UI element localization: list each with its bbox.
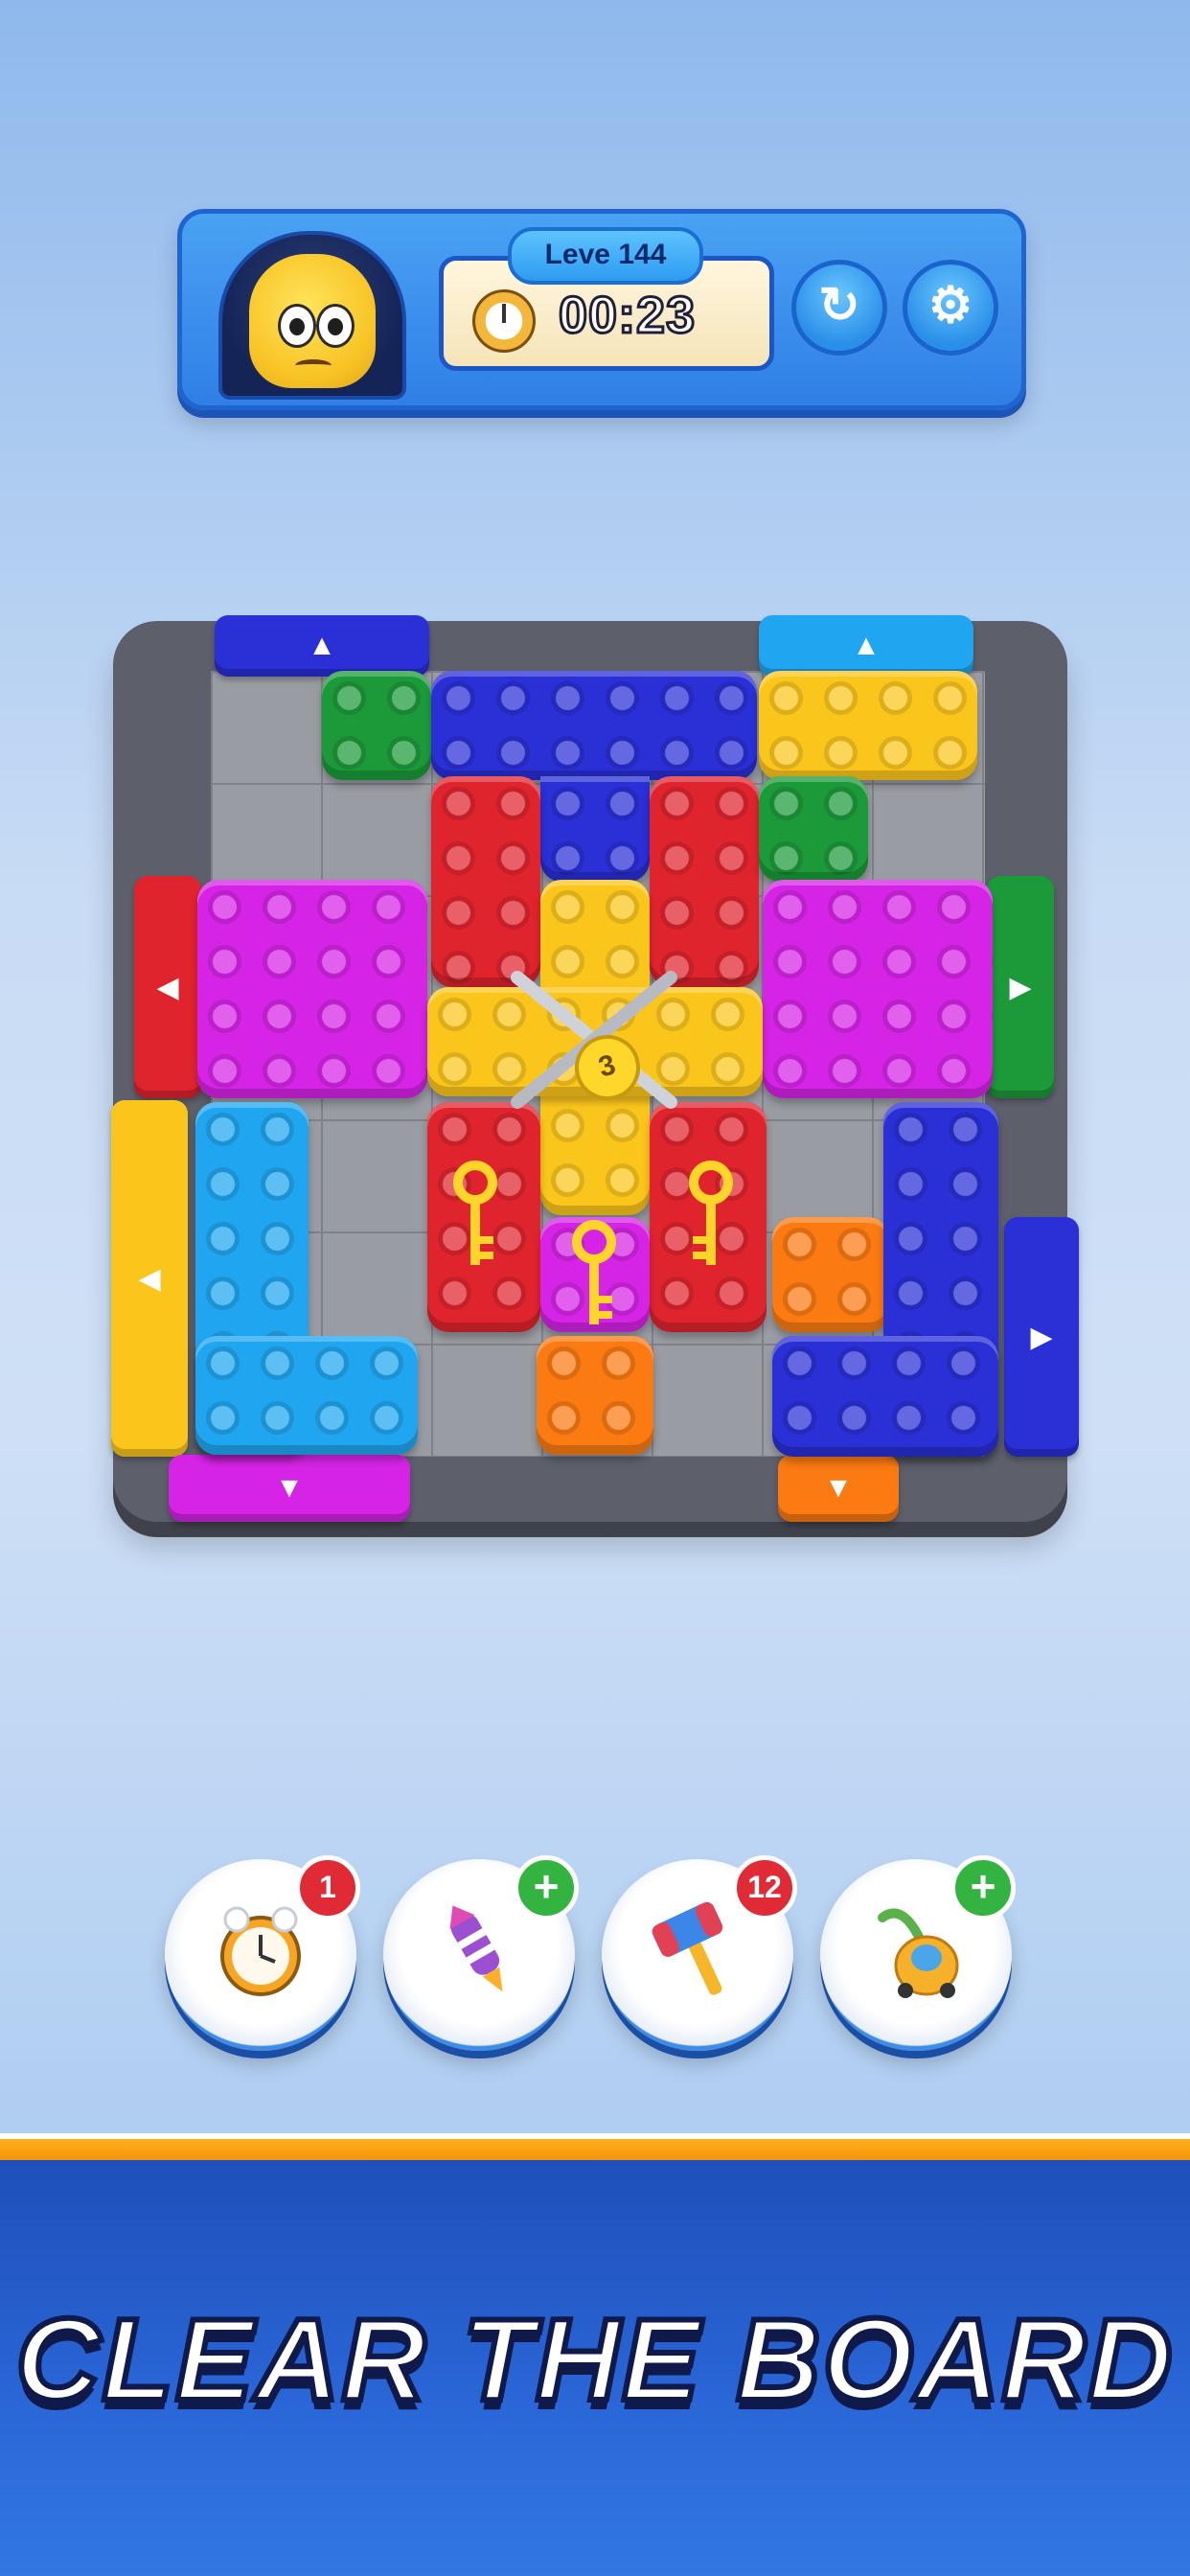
timer-value: 00:23 — [557, 286, 697, 346]
promo-title: CLEAR THE BOARD — [12, 2291, 1175, 2427]
block-orange[interactable] — [772, 1217, 889, 1332]
gate-right-blue: ▶ — [1004, 1217, 1079, 1457]
booster-rocket[interactable]: + — [383, 1855, 579, 2051]
gate-right-green: ▶ — [987, 876, 1054, 1098]
restart-button[interactable]: ↻ — [791, 260, 887, 356]
gate-bottom-magenta: ▼ — [169, 1455, 410, 1522]
level-label: Leve 144 — [508, 227, 703, 285]
block-green[interactable] — [322, 671, 431, 780]
right-arrow-icon: ▶ — [1030, 1321, 1053, 1353]
gate-bottom-orange: ▼ — [778, 1455, 899, 1522]
booster-alarm-clock[interactable]: 1 — [165, 1855, 360, 2051]
block-blue-t[interactable] — [540, 776, 650, 882]
clock-icon — [472, 289, 536, 353]
refresh-icon: ↻ — [818, 278, 860, 334]
booster-count-badge: 12 — [732, 1855, 797, 1920]
alarm-clock-icon — [203, 1894, 318, 2009]
up-arrow-icon: ▲ — [852, 630, 881, 661]
down-arrow-icon: ▼ — [275, 1472, 304, 1504]
character-avatar — [218, 231, 406, 400]
vacuum-icon — [858, 1894, 973, 2009]
gate-top-blue: ▲ — [215, 615, 429, 677]
left-arrow-icon: ◀ — [156, 971, 179, 1003]
key-icon — [689, 1161, 733, 1265]
gate-top-cyan: ▲ — [759, 615, 973, 677]
block-orange[interactable] — [537, 1336, 653, 1455]
add-booster-badge[interactable]: + — [950, 1855, 1016, 1920]
block-red[interactable] — [650, 776, 759, 987]
gate-left-red: ◀ — [134, 876, 201, 1098]
character-face — [249, 254, 376, 388]
up-arrow-icon: ▲ — [308, 630, 336, 661]
booster-vacuum[interactable]: + — [820, 1855, 1016, 2051]
key-icon — [453, 1161, 497, 1265]
gate-left-yellow: ◀ — [111, 1100, 188, 1457]
block-red[interactable] — [431, 776, 540, 987]
down-arrow-icon: ▼ — [824, 1472, 853, 1504]
booster-hammer[interactable]: 12 — [602, 1855, 797, 2051]
booster-count-badge: 1 — [295, 1855, 360, 1920]
character-eye — [278, 304, 316, 348]
character-eye — [316, 304, 355, 348]
block-blue-l[interactable] — [772, 1336, 998, 1457]
settings-button[interactable]: ⚙ — [903, 260, 998, 356]
add-booster-badge[interactable]: + — [514, 1855, 579, 1920]
gear-icon: ⚙ — [927, 278, 973, 334]
block-yellow[interactable] — [759, 671, 977, 780]
rocket-icon — [422, 1894, 537, 2009]
character-mouth — [295, 359, 332, 372]
block-cyan-l[interactable] — [195, 1336, 418, 1455]
hammer-icon — [640, 1894, 755, 2009]
block-magenta[interactable] — [197, 880, 427, 1098]
left-arrow-icon: ◀ — [138, 1262, 161, 1295]
block-magenta[interactable] — [763, 880, 993, 1098]
top-hud-panel: Leve 144 00:23 ↻ ⚙ — [177, 209, 1026, 410]
right-arrow-icon: ▶ — [1009, 971, 1032, 1003]
key-icon — [572, 1220, 616, 1324]
block-green[interactable] — [759, 776, 868, 882]
block-blue-t[interactable] — [431, 671, 757, 780]
